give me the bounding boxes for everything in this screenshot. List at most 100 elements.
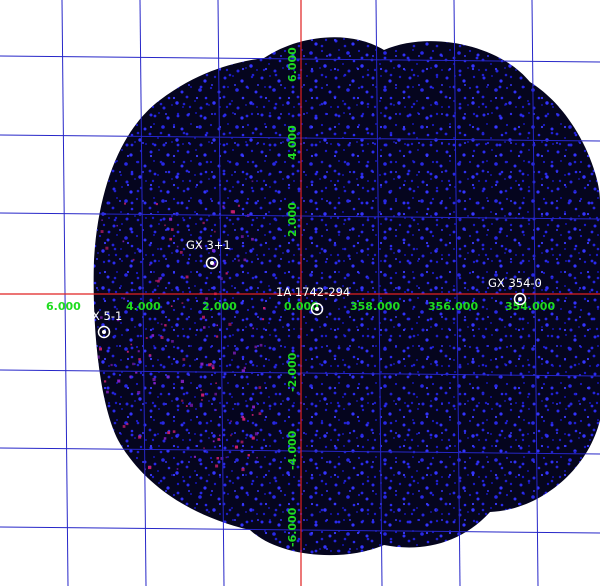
bright-pixel — [124, 202, 126, 205]
bright-pixel — [201, 399, 203, 401]
bright-pixel — [122, 425, 126, 428]
bright-pixel — [166, 375, 170, 379]
bright-pixel — [130, 343, 133, 346]
bright-pixel — [157, 279, 160, 283]
bright-pixel — [242, 417, 246, 421]
bright-pixel — [185, 405, 188, 407]
bright-pixel — [181, 399, 184, 402]
longitude-label: 2.000 — [202, 300, 237, 313]
bright-pixel — [231, 210, 235, 214]
bright-pixel — [247, 454, 250, 457]
bright-pixel — [126, 423, 129, 426]
bright-pixel — [251, 436, 255, 440]
bright-pixel — [116, 224, 118, 227]
bright-pixel — [203, 326, 206, 329]
bright-pixel — [155, 279, 158, 282]
bright-pixel — [167, 431, 171, 435]
bright-pixel — [182, 358, 186, 361]
latitude-label: -2.000 — [286, 352, 299, 392]
bright-pixel — [160, 336, 164, 339]
bright-pixel — [251, 237, 254, 241]
bright-pixel — [132, 258, 135, 261]
bright-pixel — [110, 363, 113, 367]
bright-pixel — [181, 302, 184, 304]
bright-pixel — [242, 415, 244, 418]
bright-pixel — [243, 366, 246, 369]
bright-pixel — [176, 468, 179, 470]
bright-pixel — [201, 393, 205, 397]
bright-pixel — [117, 379, 121, 383]
bright-pixel — [228, 322, 232, 326]
bright-pixel — [224, 259, 226, 262]
bright-pixel — [99, 347, 102, 351]
bright-pixel — [251, 414, 254, 416]
bright-pixel — [233, 351, 236, 355]
longitude-label: 6.000 — [46, 300, 81, 313]
bright-pixel — [148, 465, 152, 470]
bright-pixel — [129, 375, 132, 378]
bright-pixel — [216, 324, 218, 327]
bright-pixel — [252, 405, 255, 409]
source-label-gx-354-0: GX 354-0 — [488, 276, 542, 290]
bright-pixel — [138, 358, 141, 361]
latitude-label: 6.000 — [286, 47, 299, 82]
latitude-label: 4.000 — [286, 125, 299, 160]
bright-pixel — [100, 230, 104, 233]
bright-pixel — [262, 318, 265, 321]
bright-pixel — [200, 362, 204, 366]
bright-pixel — [254, 432, 259, 436]
bright-pixel — [132, 362, 135, 366]
bright-pixel — [240, 440, 244, 444]
bright-pixel — [252, 327, 254, 330]
bright-pixel — [243, 258, 247, 262]
bright-pixel — [214, 392, 217, 396]
bright-pixel — [185, 275, 189, 279]
bright-pixel — [241, 467, 245, 472]
longitude-label: 356.000 — [428, 300, 478, 313]
bright-pixel — [193, 455, 196, 458]
bright-pixel — [203, 447, 205, 449]
bright-pixel — [164, 324, 167, 327]
bright-pixel — [151, 334, 155, 337]
bright-pixel — [149, 264, 151, 266]
bright-pixel — [170, 305, 173, 307]
bright-pixel — [263, 307, 266, 310]
bright-pixel — [209, 363, 212, 365]
bright-pixel — [163, 437, 167, 440]
source-label-gx-3-1: GX 3+1 — [186, 238, 231, 252]
bright-pixel — [101, 219, 103, 221]
bright-pixel — [145, 337, 148, 339]
bright-pixel — [215, 382, 217, 384]
longitude-label: 4.000 — [126, 300, 161, 313]
latitude-label: 2.000 — [286, 202, 299, 237]
latitude-label: -6.000 — [286, 507, 299, 547]
bright-pixel — [254, 345, 258, 349]
bright-pixel — [176, 245, 179, 248]
source-center-dot — [518, 297, 522, 301]
bright-pixel — [225, 456, 228, 459]
longitude-label: 358.000 — [350, 300, 400, 313]
bright-pixel — [225, 272, 228, 275]
bright-pixel — [172, 430, 176, 433]
sky-map: 6.000 4.000 2.000 0.000 358.000 356.000 … — [0, 0, 600, 586]
source-center-dot — [210, 261, 214, 265]
bright-pixel — [258, 386, 262, 389]
bright-pixel — [106, 390, 109, 394]
bright-pixel — [171, 340, 174, 343]
bright-pixel — [179, 251, 183, 254]
bright-pixel — [215, 464, 219, 468]
bright-pixel — [212, 366, 215, 370]
bright-pixel — [126, 350, 129, 353]
bright-pixel — [258, 412, 262, 415]
bright-pixel — [214, 230, 216, 233]
bright-pixel — [138, 435, 142, 439]
bright-pixel — [137, 391, 141, 395]
bright-pixel — [202, 221, 205, 225]
bright-pixel — [216, 457, 219, 460]
bright-pixel — [148, 354, 152, 357]
bright-pixel — [251, 180, 254, 183]
bright-pixel — [259, 343, 263, 347]
bright-pixel — [256, 456, 258, 459]
source-center-dot — [102, 330, 106, 334]
bright-pixel — [219, 434, 221, 437]
